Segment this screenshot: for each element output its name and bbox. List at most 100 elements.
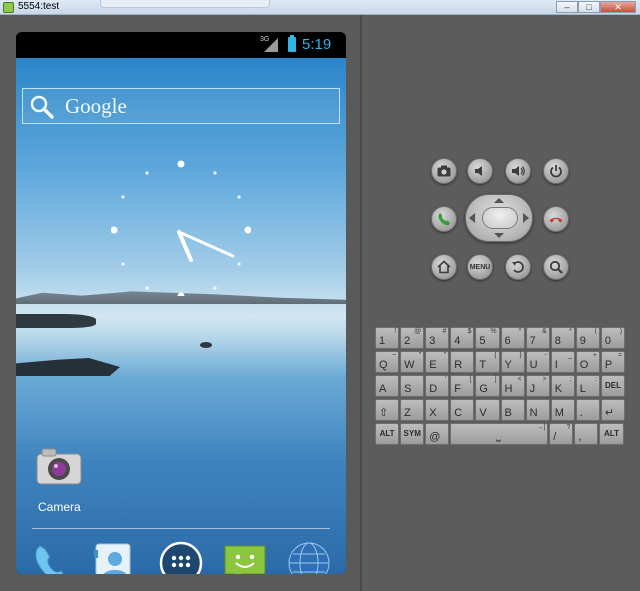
menu-button[interactable]: MENU bbox=[467, 254, 493, 280]
key-label: 6 bbox=[504, 335, 511, 347]
key-9[interactable]: 9( bbox=[575, 327, 600, 349]
browser-app[interactable] bbox=[286, 540, 332, 574]
back-button[interactable] bbox=[505, 254, 531, 280]
camera-button[interactable] bbox=[431, 158, 457, 184]
analog-clock-widget[interactable] bbox=[111, 156, 251, 296]
key-6[interactable]: 6 ^ bbox=[500, 327, 525, 349]
dpad[interactable] bbox=[465, 194, 533, 242]
home-button[interactable] bbox=[431, 254, 457, 280]
key-comma[interactable]: , bbox=[574, 423, 599, 445]
key-label: 2 bbox=[404, 335, 411, 347]
app-drawer-button[interactable] bbox=[158, 540, 204, 574]
key-label: S bbox=[404, 383, 412, 395]
key-a[interactable]: A bbox=[375, 375, 400, 397]
maximize-button[interactable]: □ bbox=[578, 1, 600, 13]
key-enter[interactable]: ↵ bbox=[600, 399, 626, 421]
minimize-button[interactable]: – bbox=[556, 1, 578, 13]
phone-app[interactable] bbox=[28, 540, 74, 574]
android-app-icon bbox=[3, 2, 14, 13]
key-q[interactable]: Q ~ bbox=[375, 351, 400, 373]
dpad-center-button[interactable] bbox=[482, 207, 518, 229]
key-i[interactable]: I _ bbox=[550, 351, 575, 373]
key-label: O bbox=[579, 359, 589, 371]
key-k[interactable]: K; bbox=[550, 375, 575, 397]
key-h[interactable]: H < bbox=[500, 375, 525, 397]
key-label: N bbox=[529, 407, 538, 419]
key-v[interactable]: V bbox=[475, 399, 500, 421]
key-sub-label: _ bbox=[567, 352, 572, 359]
key-alt-right[interactable]: ALT bbox=[599, 423, 624, 445]
key-m[interactable]: M bbox=[550, 399, 575, 421]
key-s[interactable]: S bbox=[400, 375, 425, 397]
key-g[interactable]: G] bbox=[475, 375, 500, 397]
google-search-bar[interactable]: Google bbox=[22, 88, 340, 124]
messaging-app[interactable] bbox=[222, 540, 268, 574]
contacts-app[interactable] bbox=[90, 540, 136, 574]
key-period[interactable]: . bbox=[575, 399, 600, 421]
camera-label: Camera bbox=[38, 500, 81, 514]
key-b[interactable]: B bbox=[500, 399, 525, 421]
key-w[interactable]: W " bbox=[400, 351, 425, 373]
key-2[interactable]: 2 @ bbox=[400, 327, 425, 349]
key-sub-label: > bbox=[542, 376, 547, 383]
key-label: L bbox=[579, 383, 586, 395]
key-sym[interactable]: SYM bbox=[400, 423, 425, 445]
key-3[interactable]: 3 # bbox=[425, 327, 450, 349]
key-label: 8 bbox=[554, 335, 561, 347]
key-n[interactable]: N bbox=[525, 399, 550, 421]
key-z[interactable]: Z bbox=[400, 399, 425, 421]
key-u[interactable]: U- bbox=[525, 351, 550, 373]
volume-down-button[interactable] bbox=[467, 158, 493, 184]
key-sub-label: ; bbox=[569, 376, 572, 383]
key-sub-label: < bbox=[517, 376, 522, 383]
key-at[interactable]: @ bbox=[425, 423, 450, 445]
key-0[interactable]: 0) bbox=[600, 327, 626, 349]
key-t[interactable]: T{ bbox=[475, 351, 500, 373]
key-label: T bbox=[479, 359, 487, 371]
key-f[interactable]: F[ bbox=[450, 375, 475, 397]
call-button[interactable] bbox=[431, 206, 457, 232]
key-e[interactable]: E " bbox=[425, 351, 450, 373]
key-alt-left[interactable]: ALT bbox=[375, 423, 400, 445]
camera-shortcut[interactable]: Camera bbox=[34, 444, 86, 516]
key-label: Y bbox=[504, 359, 512, 371]
search-button[interactable] bbox=[543, 254, 569, 280]
key-p[interactable]: P = bbox=[600, 351, 626, 373]
key-slash[interactable]: /? bbox=[549, 423, 574, 445]
key-o[interactable]: O + bbox=[575, 351, 600, 373]
key-space[interactable]: ⎵ →| bbox=[450, 423, 549, 445]
status-bar: 3G 5:19 bbox=[16, 32, 346, 58]
wallpaper-rock bbox=[16, 314, 96, 328]
key-del[interactable]: DEL bbox=[600, 375, 626, 397]
key-label: . bbox=[579, 407, 583, 419]
wallpaper-rock bbox=[16, 358, 120, 376]
volume-up-button[interactable] bbox=[505, 158, 531, 184]
key-1[interactable]: 1! bbox=[375, 327, 400, 349]
end-call-button[interactable] bbox=[543, 206, 569, 232]
key-label: 3 bbox=[429, 335, 436, 347]
key-y[interactable]: Y} bbox=[500, 351, 525, 373]
key-x[interactable]: X bbox=[425, 399, 450, 421]
key-sub-label: ^ bbox=[518, 328, 522, 335]
key-label: E bbox=[429, 359, 437, 371]
key-8[interactable]: 8 * bbox=[550, 327, 575, 349]
key-shift[interactable]: ⇧ bbox=[375, 399, 400, 421]
title-bar-overlay bbox=[100, 0, 270, 8]
key-label: U bbox=[529, 359, 538, 371]
key-l[interactable]: L: bbox=[575, 375, 600, 397]
key-r[interactable]: R bbox=[450, 351, 475, 373]
key-c[interactable]: C bbox=[450, 399, 475, 421]
dock-divider bbox=[32, 528, 330, 529]
key-4[interactable]: 4 $ bbox=[450, 327, 475, 349]
home-wallpaper[interactable]: Google Camera bbox=[16, 58, 346, 574]
key-label: / bbox=[553, 431, 557, 443]
device-screen[interactable]: 3G 5:19 Google Camera bbox=[16, 32, 346, 574]
power-button[interactable] bbox=[543, 158, 569, 184]
key-7[interactable]: 7 & bbox=[525, 327, 550, 349]
close-button[interactable]: ✕ bbox=[600, 1, 636, 13]
key-d[interactable]: D ' bbox=[425, 375, 450, 397]
key-label: SYM bbox=[403, 429, 421, 438]
key-5[interactable]: 5% bbox=[475, 327, 500, 349]
key-j[interactable]: J > bbox=[525, 375, 550, 397]
key-sub-label: & bbox=[542, 328, 547, 335]
